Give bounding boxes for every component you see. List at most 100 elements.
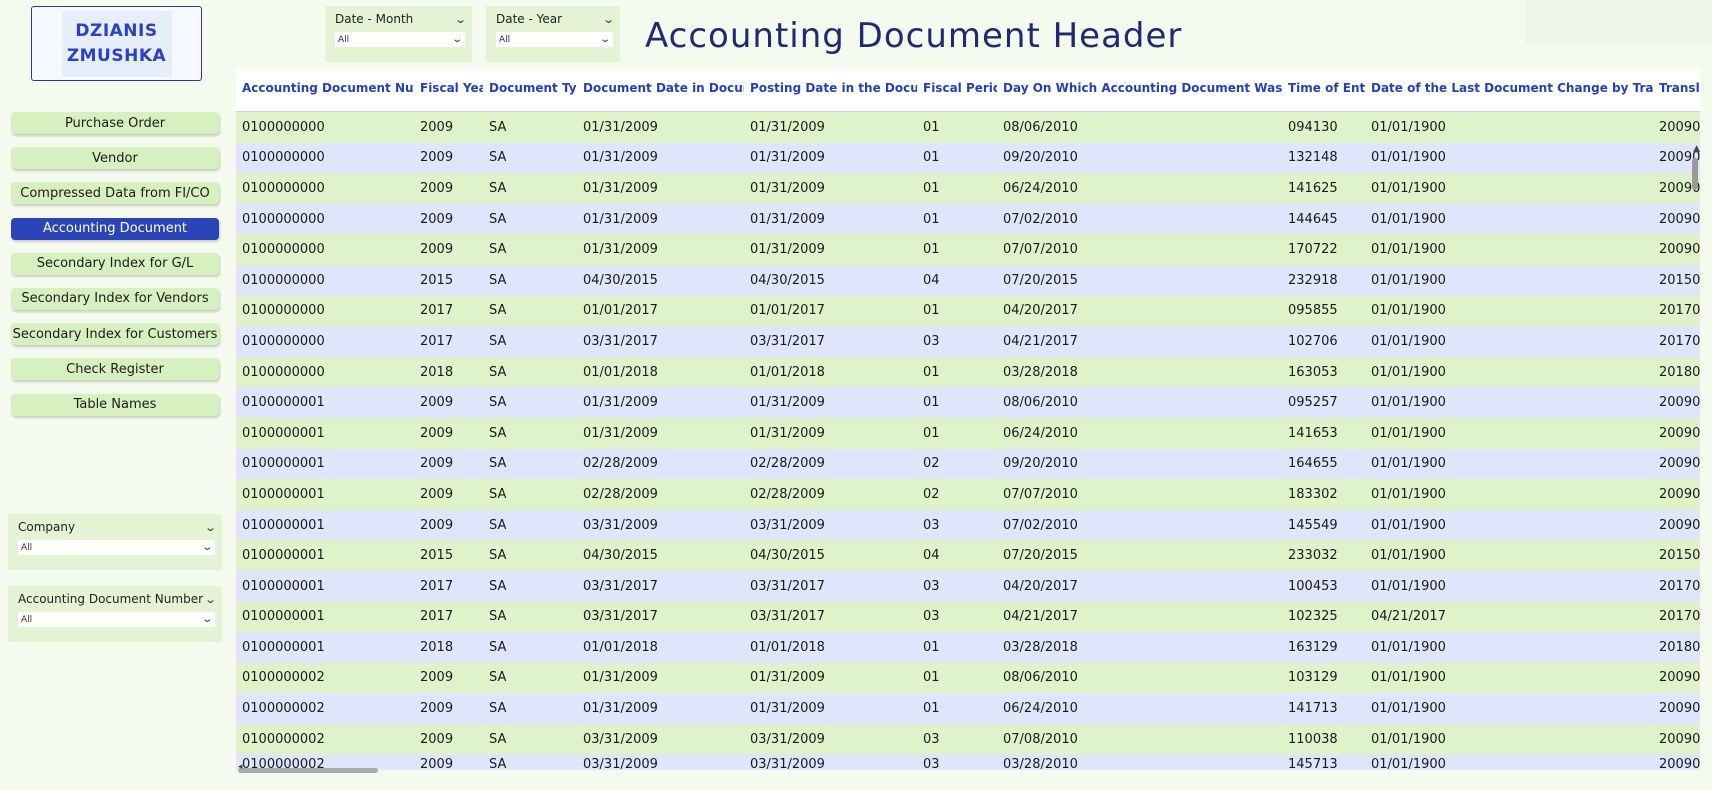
table-row[interactable]: 0100000000 2015 SA 04/30/2015 04/30/2015 04 07… xyxy=(236,264,1700,296)
column-header[interactable]: Transl xyxy=(1653,70,1700,112)
nav-button-check-register[interactable]: Check Register xyxy=(11,358,219,381)
table-cell: 01/01/1900 xyxy=(1371,517,1446,533)
table-row[interactable]: 0100000001 2009 SA 02/28/2009 02/28/2009 02 09… xyxy=(236,448,1700,480)
table-cell: 0100000001 xyxy=(242,517,325,533)
table-row[interactable]: 0100000002 2009 SA 03/31/2009 03/31/2009 03 07… xyxy=(236,723,1700,755)
nav-button-table-names[interactable]: Table Names xyxy=(11,393,219,416)
scroll-left-icon[interactable]: ◂ xyxy=(238,762,243,772)
table-row[interactable]: 0100000001 2009 SA 03/31/2009 03/31/2009 03 07… xyxy=(236,509,1700,541)
chevron-down-icon[interactable]: ⌄ xyxy=(602,13,615,26)
nav-button-purchase-order[interactable]: Purchase Order xyxy=(11,112,219,134)
nav-button-secondary-index-customers[interactable]: Secondary Index for Customers xyxy=(11,323,219,346)
nav-button-accounting-document[interactable]: Accounting Document xyxy=(11,217,219,240)
column-header[interactable]: Fiscal Period xyxy=(917,70,997,112)
table-cell: 0100000000 xyxy=(242,272,325,288)
chevron-down-icon[interactable]: ⌄ xyxy=(454,13,467,26)
chevron-down-icon[interactable]: ⌄ xyxy=(204,593,217,606)
column-header[interactable]: Time of Entry xyxy=(1282,70,1365,112)
slicer-date-month-label: Date - Month xyxy=(335,12,414,26)
table-cell: 01 xyxy=(923,701,940,717)
table-cell: SA xyxy=(489,211,507,227)
table-cell: 2018 xyxy=(420,364,454,380)
chevron-down-icon: ⌄ xyxy=(200,542,213,553)
slicer-company-dropdown[interactable]: All ⌄ xyxy=(18,540,215,555)
table-cell: 01/01/1900 xyxy=(1371,119,1446,135)
table-cell: 0100000000 xyxy=(242,150,325,166)
table-cell: 145713 xyxy=(1288,756,1338,770)
table-row[interactable]: 0100000001 2009 SA 01/31/2009 01/31/2009 01 06… xyxy=(236,417,1700,449)
table-cell: 20090 xyxy=(1659,701,1700,717)
nav-button-secondary-index-gl[interactable]: Secondary Index for G/L xyxy=(11,252,219,275)
table-row[interactable]: 0100000001 2009 SA 02/28/2009 02/28/2009 02 07… xyxy=(236,479,1700,510)
table-cell: 04 xyxy=(923,272,940,288)
table-cell: 04/20/2017 xyxy=(1003,303,1078,319)
column-header[interactable]: Document Type xyxy=(483,70,577,112)
column-header[interactable]: Accounting Document Number xyxy=(236,70,414,112)
scroll-up-icon[interactable]: ▲ xyxy=(1693,144,1700,154)
table-cell: 04/21/2017 xyxy=(1371,609,1446,625)
table-cell: 01/31/2009 xyxy=(750,425,825,441)
table-cell: 20170 xyxy=(1659,578,1700,594)
table-row[interactable]: 0100000001 2015 SA 04/30/2015 04/30/2015 04 07… xyxy=(236,540,1700,571)
table-cell: 01 xyxy=(923,639,940,655)
table-cell: 01 xyxy=(923,150,940,166)
table-cell: 095257 xyxy=(1288,395,1338,411)
table-cell: SA xyxy=(489,639,507,655)
table-cell: 03/31/2017 xyxy=(750,609,825,625)
slicer-date-month-dropdown[interactable]: All ⌄ xyxy=(335,32,465,47)
table-cell: SA xyxy=(489,150,507,166)
table-cell: 0100000000 xyxy=(242,333,325,349)
slicer-docnum-label: Accounting Document Number xyxy=(18,592,204,606)
table-cell: 141653 xyxy=(1288,425,1338,441)
table-cell: 0100000000 xyxy=(242,364,325,380)
table-cell: 04 xyxy=(923,548,940,564)
table-cell: 20090 xyxy=(1659,517,1700,533)
table-cell: 03 xyxy=(923,756,940,770)
slicer-date-year-dropdown[interactable]: All ⌄ xyxy=(496,32,613,47)
table-cell: 01 xyxy=(923,242,940,258)
table-cell: 2009 xyxy=(420,670,454,686)
table-cell: 03 xyxy=(923,609,940,625)
column-header[interactable]: Day On Which Accounting Document Was Ent… xyxy=(997,70,1282,112)
table-row[interactable]: 0100000000 2017 SA 03/31/2017 03/31/2017 03 04… xyxy=(236,326,1700,357)
column-header[interactable]: Posting Date in the Document xyxy=(744,70,917,112)
table-row[interactable]: 0100000002 2009 SA 03/31/2009 03/31/2009 03 03… xyxy=(236,754,1700,770)
column-header[interactable]: Document Date in Document xyxy=(577,70,744,112)
nav-button-vendor[interactable]: Vendor xyxy=(11,147,219,170)
table-cell: 163053 xyxy=(1288,364,1338,380)
column-header[interactable]: Fiscal Year xyxy=(414,70,483,112)
table-row[interactable]: 0100000002 2009 SA 01/31/2009 01/31/2009 01 08… xyxy=(236,662,1700,694)
table-cell: 20090 xyxy=(1659,395,1700,411)
table-cell: 03 xyxy=(923,517,940,533)
table-cell: 20150 xyxy=(1659,548,1700,564)
table-cell: 03/31/2009 xyxy=(583,756,658,770)
table-row[interactable]: 0100000000 2009 SA 01/31/2009 01/31/2009 01 08… xyxy=(236,112,1700,143)
nav-button-compressed-data[interactable]: Compressed Data from FI/CO xyxy=(11,182,219,205)
vertical-scrollbar[interactable] xyxy=(1692,158,1698,190)
table-row[interactable]: 0100000000 2018 SA 01/01/2018 01/01/2018 01 03… xyxy=(236,356,1700,388)
data-table: Accounting Document NumberFiscal YearDoc… xyxy=(236,70,1700,770)
table-row[interactable]: 0100000000 2009 SA 01/31/2009 01/31/2009 01 09… xyxy=(236,142,1700,174)
table-row[interactable]: 0100000000 2017 SA 01/01/2017 01/01/2017 01 04… xyxy=(236,295,1700,327)
table-cell: 0100000000 xyxy=(242,180,325,196)
table-row[interactable]: 0100000000 2009 SA 01/31/2009 01/31/2009 01 07… xyxy=(236,234,1700,265)
table-row[interactable]: 0100000001 2017 SA 03/31/2017 03/31/2017 03 04… xyxy=(236,570,1700,602)
table-row[interactable]: 0100000001 2017 SA 03/31/2017 03/31/2017 03 04… xyxy=(236,601,1700,633)
table-row[interactable]: 0100000000 2009 SA 01/31/2009 01/31/2009 01 07… xyxy=(236,203,1700,235)
column-header[interactable]: Date of the Last Document Change by Tran… xyxy=(1365,70,1653,112)
table-cell: SA xyxy=(489,119,507,135)
chevron-down-icon[interactable]: ⌄ xyxy=(204,521,217,534)
table-cell: 01 xyxy=(923,425,940,441)
table-row[interactable]: 0100000001 2018 SA 01/01/2018 01/01/2018 01 03… xyxy=(236,632,1700,663)
table-row[interactable]: 0100000002 2009 SA 01/31/2009 01/31/2009 01 06… xyxy=(236,693,1700,724)
table-cell: SA xyxy=(489,756,507,770)
table-row[interactable]: 0100000000 2009 SA 01/31/2009 01/31/2009 01 06… xyxy=(236,173,1700,204)
table-row[interactable]: 0100000001 2009 SA 01/31/2009 01/31/2009 01 08… xyxy=(236,387,1700,418)
table-cell: 01/31/2009 xyxy=(750,701,825,717)
slicer-docnum-dropdown[interactable]: All ⌄ xyxy=(18,612,215,627)
nav-button-secondary-index-vendors[interactable]: Secondary Index for Vendors xyxy=(11,287,219,310)
horizontal-scrollbar[interactable] xyxy=(238,768,378,773)
table-cell: 2009 xyxy=(420,486,454,502)
table-cell: 03/31/2009 xyxy=(583,731,658,747)
table-cell: 01 xyxy=(923,180,940,196)
